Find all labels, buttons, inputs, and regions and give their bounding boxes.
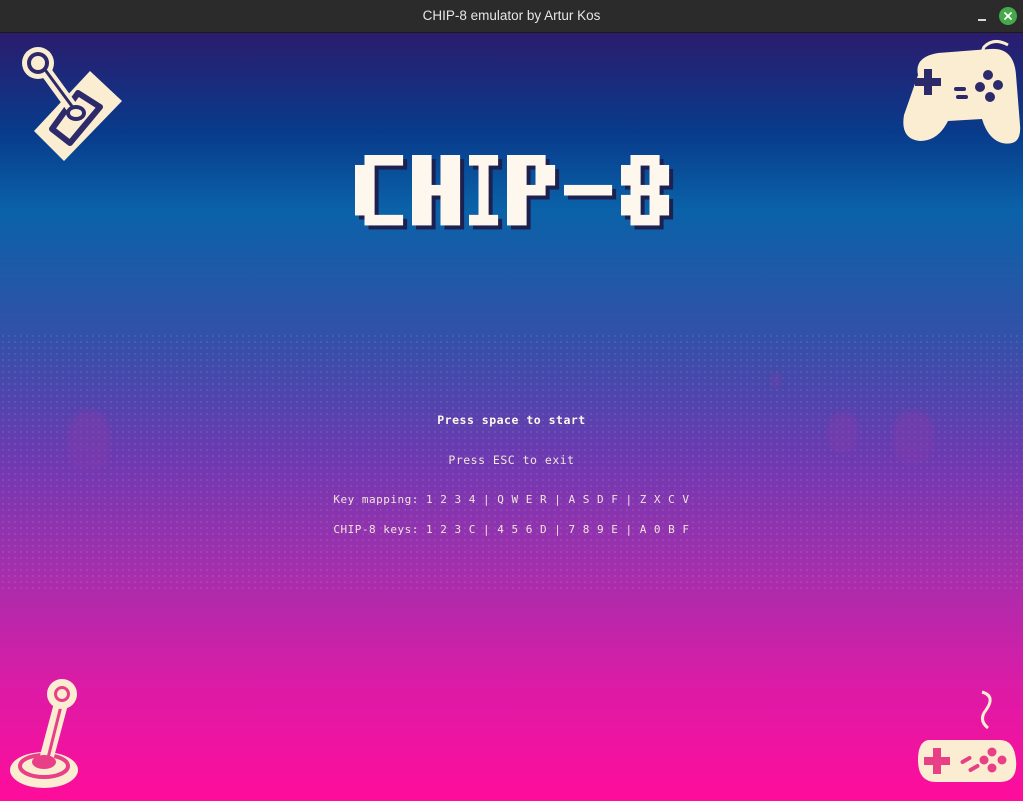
window-title: CHIP-8 emulator by Artur Kos — [422, 8, 601, 23]
app-window: CHIP-8 emulator by Artur Kos Press space… — [0, 0, 1023, 801]
chip8-keys-text: CHIP-8 keys: 1 2 3 C | 4 5 6 D | 7 8 9 E… — [333, 523, 690, 536]
close-button[interactable] — [999, 7, 1017, 25]
logo-letter — [564, 184, 617, 200]
logo-letter — [469, 155, 503, 230]
logo-letter — [355, 155, 408, 230]
close-icon — [1004, 12, 1012, 20]
key-mapping-text: Key mapping: 1 2 3 4 | Q W E R | A S D F… — [333, 493, 690, 506]
logo-letter — [507, 155, 560, 230]
titlebar[interactable]: CHIP-8 emulator by Artur Kos — [0, 0, 1023, 33]
game-screen[interactable]: CHIP-8 Press space to start Press ESC to… — [0, 33, 1023, 801]
exit-prompt: Press ESC to exit — [448, 453, 575, 467]
minimize-button[interactable] — [974, 8, 990, 24]
logo-letter — [412, 155, 465, 230]
logo-letter — [621, 155, 674, 230]
start-prompt: Press space to start — [437, 413, 586, 427]
